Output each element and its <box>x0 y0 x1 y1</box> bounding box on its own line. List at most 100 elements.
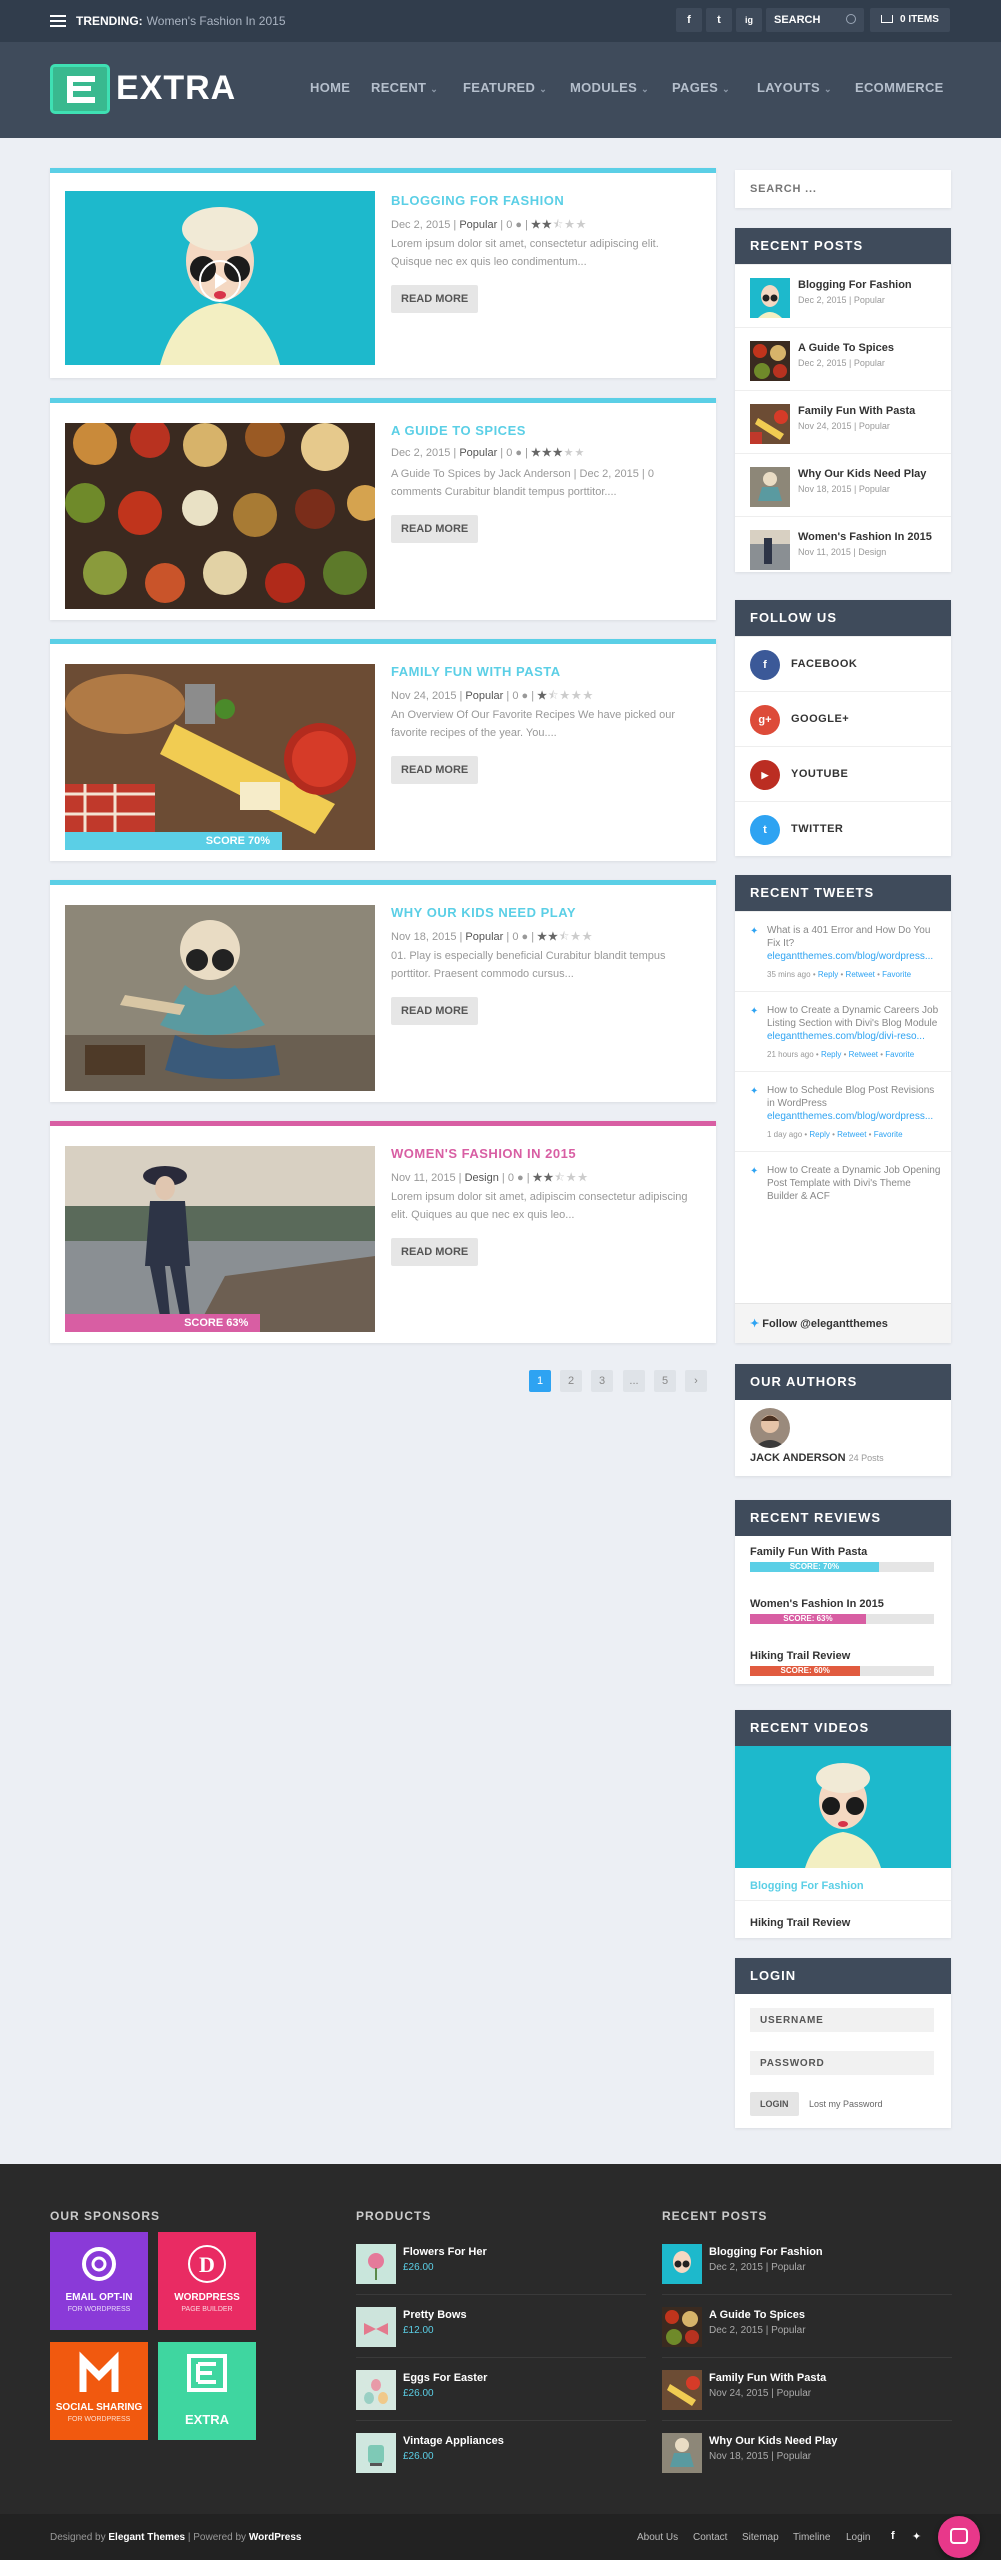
post-title[interactable]: A GUIDE TO SPICES <box>391 423 526 438</box>
retweet-link[interactable]: Retweet <box>846 970 875 979</box>
post-excerpt: Lorem ipsum dolor sit amet, consectetur … <box>391 238 659 268</box>
footer-link-sitemap[interactable]: Sitemap <box>742 2532 779 2543</box>
facebook-icon[interactable]: f <box>891 2530 895 2542</box>
page-2[interactable]: 2 <box>560 1370 582 1392</box>
nav-modules[interactable]: MODULES ⌄ <box>570 80 649 95</box>
post-title[interactable]: WOMEN'S FASHION IN 2015 <box>391 1146 576 1161</box>
footer-link-timeline[interactable]: Timeline <box>793 2532 830 2543</box>
menu-icon[interactable] <box>50 15 66 27</box>
facebook-icon[interactable]: f <box>676 8 702 32</box>
instagram-icon[interactable]: ig <box>736 8 762 32</box>
favorite-link[interactable]: Favorite <box>874 1130 903 1139</box>
sponsor-extra[interactable]: EXTRA <box>158 2342 256 2440</box>
follow-youtube[interactable]: ▶ YOUTUBE <box>735 746 951 801</box>
nav-home[interactable]: HOME <box>310 80 350 95</box>
video-item-active[interactable]: Blogging For Fashion <box>750 1880 864 1892</box>
author-name[interactable]: JACK ANDERSON 24 Posts <box>750 1452 884 1464</box>
password-field[interactable] <box>750 2051 934 2075</box>
reply-link[interactable]: Reply <box>809 1130 829 1139</box>
chevron-down-icon: ⌄ <box>824 84 832 94</box>
tweet-link[interactable]: elegantthemes.com/blog/divi-reso... <box>767 1030 941 1043</box>
next-page-button[interactable]: › <box>685 1370 707 1392</box>
page-3[interactable]: 3 <box>591 1370 613 1392</box>
nav-recent[interactable]: RECENT ⌄ <box>371 80 438 95</box>
cart-button[interactable]: 0 ITEMS <box>870 8 950 32</box>
follow-googleplus[interactable]: g+ GOOGLE+ <box>735 691 951 746</box>
list-item[interactable]: Why Our Kids Need Play Nov 18, 2015 | Pop… <box>735 453 951 516</box>
top-search[interactable] <box>766 8 864 32</box>
avatar[interactable] <box>750 1408 790 1448</box>
search-icon[interactable] <box>846 14 856 24</box>
read-more-button[interactable]: READ MORE <box>391 285 479 313</box>
list-item[interactable]: A Guide To Spices Dec 2, 2015 | Popular <box>735 327 951 390</box>
nav-layouts[interactable]: LAYOUTS ⌄ <box>757 80 832 95</box>
follow-twitter-button[interactable]: ✦ Follow @elegantthemes <box>735 1303 951 1343</box>
list-item[interactable]: Blogging For Fashion Dec 2, 2015 | Popula… <box>735 264 951 327</box>
footer-post-item[interactable]: Family Fun With Pasta Nov 24, 2015 | Popu… <box>662 2358 952 2421</box>
favorite-link[interactable]: Favorite <box>882 970 911 979</box>
twitter-icon[interactable]: t <box>706 8 732 32</box>
video-thumbnail[interactable] <box>735 1746 951 1868</box>
post-image[interactable]: SCORE 70% <box>65 664 375 850</box>
sidebar-search-input[interactable] <box>735 170 951 208</box>
footer-post-item[interactable]: Blogging For Fashion Dec 2, 2015 | Popula… <box>662 2232 952 2295</box>
read-more-button[interactable]: READ MORE <box>391 515 479 543</box>
page-5[interactable]: 5 <box>654 1370 676 1392</box>
sidebar-search[interactable] <box>735 170 951 208</box>
twitter-icon[interactable]: ✦ <box>912 2530 921 2543</box>
read-more-button[interactable]: READ MORE <box>391 1238 479 1266</box>
nav-featured[interactable]: FEATURED ⌄ <box>463 80 547 95</box>
favorite-link[interactable]: Favorite <box>885 1050 914 1059</box>
footer-link-about[interactable]: About Us <box>637 2532 678 2543</box>
footer-post-item[interactable]: Why Our Kids Need Play Nov 18, 2015 | Pop… <box>662 2421 952 2484</box>
follow-twitter[interactable]: t TWITTER <box>735 801 951 856</box>
footer-link-contact[interactable]: Contact <box>693 2532 727 2543</box>
review-item[interactable]: Hiking Trail Review SCORE: 60% <box>750 1650 934 1676</box>
retweet-link[interactable]: Retweet <box>837 1130 866 1139</box>
sponsor-email-optin[interactable]: EMAIL OPT-IN FOR WORDPRESS <box>50 2232 148 2330</box>
page-1[interactable]: 1 <box>529 1370 551 1392</box>
footer-link-login[interactable]: Login <box>846 2532 870 2543</box>
elegant-themes-link[interactable]: Elegant Themes <box>108 2532 185 2543</box>
post-image[interactable] <box>65 905 375 1091</box>
product-item[interactable]: Vintage Appliances £26.00 <box>356 2421 646 2484</box>
product-item[interactable]: Eggs For Easter £26.00 <box>356 2358 646 2421</box>
post-image[interactable] <box>65 423 375 609</box>
post-image[interactable]: SCORE 63% <box>65 1146 375 1332</box>
nav-ecommerce[interactable]: ECOMMERCE <box>855 80 944 95</box>
post-image[interactable] <box>65 191 375 365</box>
chat-bubble-icon[interactable] <box>938 2516 980 2558</box>
retweet-link[interactable]: Retweet <box>849 1050 878 1059</box>
product-item[interactable]: Pretty Bows £12.00 <box>356 2295 646 2358</box>
product-thumbnail <box>356 2370 396 2410</box>
product-item[interactable]: Flowers For Her £26.00 <box>356 2232 646 2295</box>
username-field[interactable] <box>750 2008 934 2032</box>
post-title[interactable]: BLOGGING FOR FASHION <box>391 193 564 208</box>
tweet: ✦ What is a 401 Error and How Do You Fix … <box>735 911 951 991</box>
footer-post-item[interactable]: A Guide To Spices Dec 2, 2015 | Popular <box>662 2295 952 2358</box>
review-item[interactable]: Women's Fashion In 2015 SCORE: 63% <box>750 1598 934 1624</box>
post-title[interactable]: FAMILY FUN WITH PASTA <box>391 664 561 679</box>
review-item[interactable]: Family Fun With Pasta SCORE: 70% <box>750 1546 934 1572</box>
login-button[interactable]: LOGIN <box>750 2092 799 2116</box>
page-ellipsis: ... <box>623 1370 645 1392</box>
sponsor-page-builder[interactable]: D WORDPRESS PAGE BUILDER <box>158 2232 256 2330</box>
top-search-input[interactable] <box>766 8 836 32</box>
tweet-link[interactable]: elegantthemes.com/blog/wordpress... <box>767 950 941 963</box>
trending-link[interactable]: Women's Fashion In 2015 <box>147 14 286 28</box>
read-more-button[interactable]: READ MORE <box>391 997 479 1025</box>
reply-link[interactable]: Reply <box>821 1050 841 1059</box>
follow-facebook[interactable]: f FACEBOOK <box>735 636 951 691</box>
lost-password-link[interactable]: Lost my Password <box>809 2099 883 2109</box>
read-more-button[interactable]: READ MORE <box>391 756 479 784</box>
tweet-link[interactable]: elegantthemes.com/blog/wordpress... <box>767 1110 941 1123</box>
reply-link[interactable]: Reply <box>818 970 838 979</box>
nav-pages[interactable]: PAGES ⌄ <box>672 80 730 95</box>
tweet-list[interactable]: ✦ What is a 401 Error and How Do You Fix … <box>735 911 951 1303</box>
list-item[interactable]: Family Fun With Pasta Nov 24, 2015 | Popu… <box>735 390 951 453</box>
list-item[interactable]: Women's Fashion In 2015 Nov 11, 2015 | De… <box>735 516 951 579</box>
sponsor-social-sharing[interactable]: SOCIAL SHARING FOR WORDPRESS <box>50 2342 148 2440</box>
video-item[interactable]: Hiking Trail Review <box>750 1917 850 1929</box>
post-title[interactable]: WHY OUR KIDS NEED PLAY <box>391 905 576 920</box>
wordpress-link[interactable]: WordPress <box>249 2532 302 2543</box>
